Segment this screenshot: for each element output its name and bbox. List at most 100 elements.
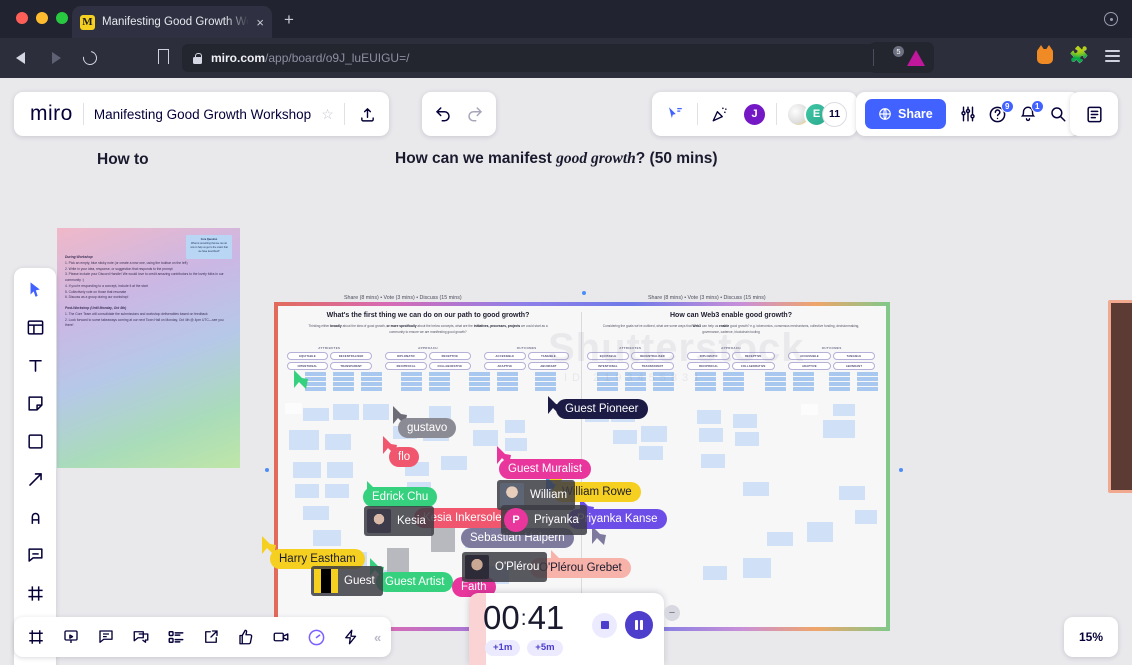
sticky-note[interactable] <box>313 530 341 546</box>
collaborator-count[interactable]: 11 <box>822 102 847 127</box>
concept-pill[interactable]: DIPLOMATIC <box>385 352 427 360</box>
arrow-tool[interactable] <box>21 465 49 493</box>
window-menu-icon[interactable] <box>1104 12 1118 26</box>
sticky-note[interactable] <box>807 522 833 542</box>
sticky-note[interactable] <box>733 414 757 428</box>
sticky-note[interactable] <box>639 446 663 460</box>
notifications-bell-icon[interactable]: 1 <box>1015 101 1041 127</box>
reactions-button[interactable] <box>234 625 258 649</box>
extension-triangle-icon[interactable] <box>907 50 925 66</box>
undo-button[interactable] <box>430 101 456 127</box>
offscreen-frame-card[interactable] <box>1108 300 1132 493</box>
metamask-fox-icon[interactable] <box>1037 49 1053 64</box>
close-window-button[interactable] <box>16 12 28 24</box>
comment-tool[interactable] <box>21 541 49 569</box>
maximize-window-button[interactable] <box>56 12 68 24</box>
sticky-note[interactable] <box>303 408 329 421</box>
pen-tool[interactable] <box>21 503 49 531</box>
share-button[interactable]: Share <box>865 99 946 129</box>
sticky-note[interactable] <box>505 438 527 451</box>
sticky-note[interactable] <box>363 404 389 420</box>
miro-canvas[interactable]: How to How can we manifest good growth? … <box>0 78 1132 665</box>
shapes-tool[interactable] <box>21 427 49 455</box>
help-icon[interactable]: 9 <box>985 101 1011 127</box>
timer-widget[interactable]: 00:41 +1m +5m − <box>469 593 664 665</box>
timer-stop-button[interactable] <box>592 613 617 638</box>
sticky-note[interactable] <box>325 484 349 498</box>
reload-button[interactable] <box>80 48 100 68</box>
concept-pill[interactable]: DECENTRALISED <box>330 352 372 360</box>
sticky-note[interactable] <box>303 506 329 520</box>
brave-shield-icon[interactable]: 5 <box>881 49 898 66</box>
sticky-note[interactable] <box>641 426 667 442</box>
sticky-note[interactable] <box>333 404 359 420</box>
zoom-level-indicator[interactable]: 15% <box>1064 617 1118 657</box>
concept-pill[interactable]: TANGIBLE <box>833 352 876 360</box>
export-upload-icon[interactable] <box>355 101 381 127</box>
sticky-note[interactable] <box>327 462 353 478</box>
collapse-toolbar-button[interactable]: « <box>374 630 381 645</box>
sticky-note[interactable] <box>295 484 319 498</box>
favorite-star-icon[interactable]: ☆ <box>321 106 334 123</box>
sticky-note[interactable] <box>285 403 302 414</box>
notes-panel-button[interactable] <box>1070 92 1118 136</box>
frame-tool[interactable] <box>21 579 49 607</box>
forward-button[interactable] <box>46 48 66 68</box>
sticky-note[interactable] <box>839 486 865 500</box>
window-traffic-lights[interactable] <box>16 12 68 24</box>
collaborator-avatars[interactable]: E 11 <box>786 102 847 127</box>
timer-add-1m-button[interactable]: +1m <box>485 640 520 656</box>
voting-button[interactable] <box>164 625 188 649</box>
sticky-note[interactable] <box>801 404 818 415</box>
sticky-note[interactable] <box>441 456 467 470</box>
celebrate-icon[interactable] <box>707 101 733 127</box>
search-icon[interactable] <box>1045 101 1071 127</box>
extensions-puzzle-icon[interactable]: 🧩 <box>1069 48 1089 64</box>
sticky-note[interactable] <box>743 482 769 496</box>
sticky-note[interactable] <box>767 532 793 546</box>
presentation-button[interactable] <box>59 625 83 649</box>
sticky-note[interactable] <box>293 462 321 478</box>
address-bar[interactable]: miro.com/app/board/o9J_luEUIGU=/ <box>182 44 882 72</box>
follow-cursor-icon[interactable] <box>662 101 688 127</box>
board-title[interactable]: Manifesting Good Growth Workshop <box>94 107 311 122</box>
sticky-note[interactable] <box>703 566 727 580</box>
chat-button[interactable] <box>129 625 153 649</box>
sticky-note[interactable] <box>833 404 855 416</box>
export-button[interactable] <box>199 625 223 649</box>
concept-pill[interactable]: RECEPTIVE <box>429 352 471 360</box>
quick-actions-button[interactable] <box>339 625 363 649</box>
sticky-note[interactable] <box>289 430 319 450</box>
timer-pause-button[interactable] <box>625 611 653 639</box>
sticky-note[interactable] <box>735 432 759 446</box>
sticky-note[interactable] <box>701 454 725 468</box>
current-user-avatar[interactable]: J <box>742 102 767 127</box>
close-icon[interactable]: × <box>256 16 264 29</box>
browser-tab[interactable]: M Manifesting Good Growth Works × <box>72 6 272 38</box>
minimize-window-button[interactable] <box>36 12 48 24</box>
sticky-note[interactable] <box>699 428 723 442</box>
sticky-note-tool[interactable] <box>21 389 49 417</box>
sticky-note[interactable] <box>325 434 351 450</box>
templates-tool[interactable] <box>21 313 49 341</box>
sticky-note[interactable] <box>823 420 855 438</box>
back-button[interactable] <box>12 48 32 68</box>
sticky-note[interactable] <box>473 430 498 446</box>
sticky-note[interactable] <box>613 430 637 444</box>
timer-minimize-button[interactable]: − <box>664 605 680 621</box>
timer-add-5m-button[interactable]: +5m <box>527 640 562 656</box>
new-tab-button[interactable]: + <box>284 11 294 28</box>
redo-button[interactable] <box>462 101 488 127</box>
settings-sliders-icon[interactable] <box>955 101 981 127</box>
text-tool[interactable] <box>21 351 49 379</box>
sticky-note[interactable] <box>505 420 525 433</box>
miro-logo[interactable]: miro <box>30 102 73 126</box>
sticky-note[interactable] <box>697 410 721 424</box>
sticky-note[interactable] <box>855 510 877 524</box>
comments-button[interactable] <box>94 625 118 649</box>
how-to-frame[interactable]: Core Question What is something that we … <box>57 228 240 468</box>
bookmark-icon[interactable] <box>158 49 169 64</box>
video-chat-button[interactable] <box>269 625 293 649</box>
sticky-note[interactable] <box>469 406 494 423</box>
concept-pill[interactable]: ACCESSIBLE <box>484 352 526 360</box>
